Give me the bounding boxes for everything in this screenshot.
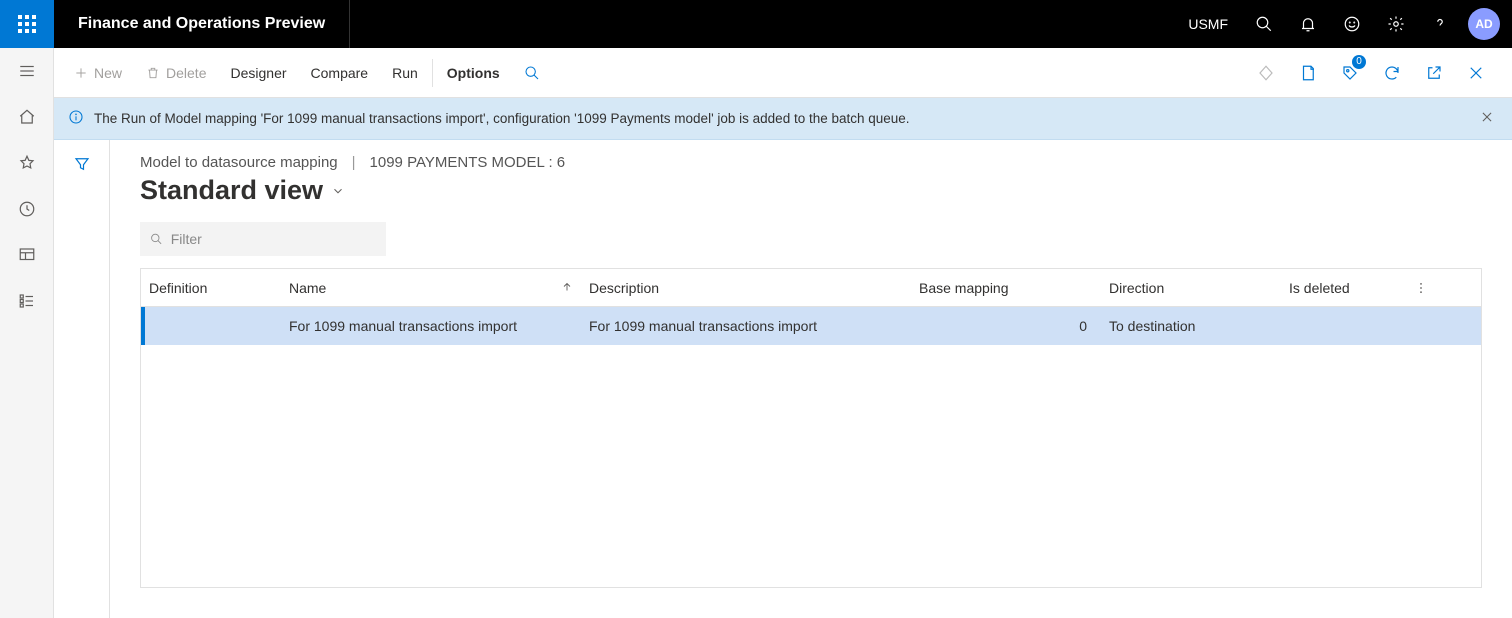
filter-rail (54, 140, 110, 618)
user-avatar[interactable]: AD (1468, 8, 1500, 40)
cell-direction: To destination (1101, 318, 1281, 334)
app-title: Finance and Operations Preview (54, 0, 350, 48)
info-icon (68, 109, 84, 128)
gear-icon (1387, 15, 1405, 33)
delete-button[interactable]: Delete (134, 48, 218, 97)
col-name[interactable]: Name (281, 280, 581, 296)
nav-favorites[interactable] (0, 140, 54, 186)
clock-icon (18, 200, 36, 218)
run-button[interactable]: Run (380, 48, 430, 97)
new-button[interactable]: New (62, 48, 134, 97)
grid-more-button[interactable] (1401, 281, 1441, 295)
search-button[interactable] (1242, 0, 1286, 48)
book-icon (1299, 64, 1317, 82)
grid-filter-input[interactable] (171, 231, 376, 247)
feedback-button[interactable] (1330, 0, 1374, 48)
nav-collapse-button[interactable] (0, 48, 54, 94)
cell-base-mapping: 0 (911, 318, 1101, 334)
messages-button[interactable]: 0 (1330, 49, 1370, 97)
refresh-icon (1383, 64, 1401, 82)
notification-close-button[interactable] (1476, 106, 1498, 131)
cell-name: For 1099 manual transactions import (281, 318, 581, 334)
search-icon (524, 65, 540, 81)
nav-workspaces[interactable] (0, 232, 54, 278)
notifications-button[interactable] (1286, 0, 1330, 48)
close-icon (1480, 110, 1494, 124)
search-icon (1255, 15, 1273, 33)
help-icon (1431, 15, 1449, 33)
help-button[interactable] (1418, 0, 1462, 48)
designer-button[interactable]: Designer (218, 48, 298, 97)
funnel-icon (73, 155, 91, 173)
breadcrumb-part2: 1099 PAYMENTS MODEL : 6 (370, 154, 566, 171)
cell-description: For 1099 manual transactions import (581, 318, 911, 334)
messages-badge: 0 (1352, 55, 1366, 69)
action-search-button[interactable] (512, 48, 552, 97)
left-nav-rail (0, 48, 54, 618)
app-launcher-button[interactable] (0, 0, 54, 48)
workspace-icon (18, 246, 36, 264)
notification-bar: The Run of Model mapping 'For 1099 manua… (54, 98, 1512, 140)
breadcrumb: Model to datasource mapping | 1099 PAYME… (140, 154, 1482, 171)
search-icon (150, 232, 163, 246)
grid-header: Definition Name Description Base mapping… (141, 269, 1481, 307)
trash-icon (146, 66, 160, 80)
data-grid: Definition Name Description Base mapping… (140, 268, 1482, 588)
settings-button[interactable] (1374, 0, 1418, 48)
page-content: Model to datasource mapping | 1099 PAYME… (110, 140, 1512, 618)
notification-text: The Run of Model mapping 'For 1099 manua… (94, 111, 1476, 126)
header-right: USMF AD (1174, 0, 1512, 48)
waffle-icon (18, 15, 36, 33)
col-is-deleted[interactable]: Is deleted (1281, 280, 1401, 296)
bell-icon (1299, 15, 1317, 33)
close-icon (1467, 64, 1485, 82)
page-title-text: Standard view (140, 175, 323, 206)
nav-home[interactable] (0, 94, 54, 140)
star-icon (18, 154, 36, 172)
close-page-button[interactable] (1456, 49, 1496, 97)
popout-icon (1425, 64, 1443, 82)
table-row[interactable]: For 1099 manual transactions import For … (141, 307, 1481, 345)
grid-filter-input-wrap[interactable] (140, 222, 386, 256)
compare-button[interactable]: Compare (299, 48, 381, 97)
refresh-button[interactable] (1372, 49, 1412, 97)
col-description[interactable]: Description (581, 280, 911, 296)
col-definition[interactable]: Definition (141, 280, 281, 296)
smile-icon (1343, 15, 1361, 33)
action-bar: New Delete Designer Compare Run Options (54, 48, 1512, 98)
hamburger-icon (18, 62, 36, 80)
page-title[interactable]: Standard view (140, 175, 1482, 206)
company-label[interactable]: USMF (1174, 16, 1242, 32)
nav-modules[interactable] (0, 278, 54, 324)
options-button[interactable]: Options (435, 48, 512, 97)
col-base-mapping[interactable]: Base mapping (911, 280, 1101, 296)
col-direction[interactable]: Direction (1101, 280, 1281, 296)
home-icon (18, 108, 36, 126)
diamond-icon (1257, 64, 1275, 82)
filter-pane-button[interactable] (64, 146, 100, 182)
new-label: New (94, 65, 122, 81)
row-selected-marker (141, 307, 145, 345)
chevron-down-icon (331, 184, 345, 198)
popout-button[interactable] (1414, 49, 1454, 97)
plus-icon (74, 66, 88, 80)
more-vertical-icon (1414, 281, 1428, 295)
office-button[interactable] (1288, 49, 1328, 97)
top-header: Finance and Operations Preview USMF AD (0, 0, 1512, 48)
breadcrumb-part1: Model to datasource mapping (140, 154, 338, 171)
attachments-button[interactable] (1246, 49, 1286, 97)
sort-asc-icon (561, 280, 573, 296)
modules-icon (18, 292, 36, 310)
delete-label: Delete (166, 65, 206, 81)
nav-recent[interactable] (0, 186, 54, 232)
